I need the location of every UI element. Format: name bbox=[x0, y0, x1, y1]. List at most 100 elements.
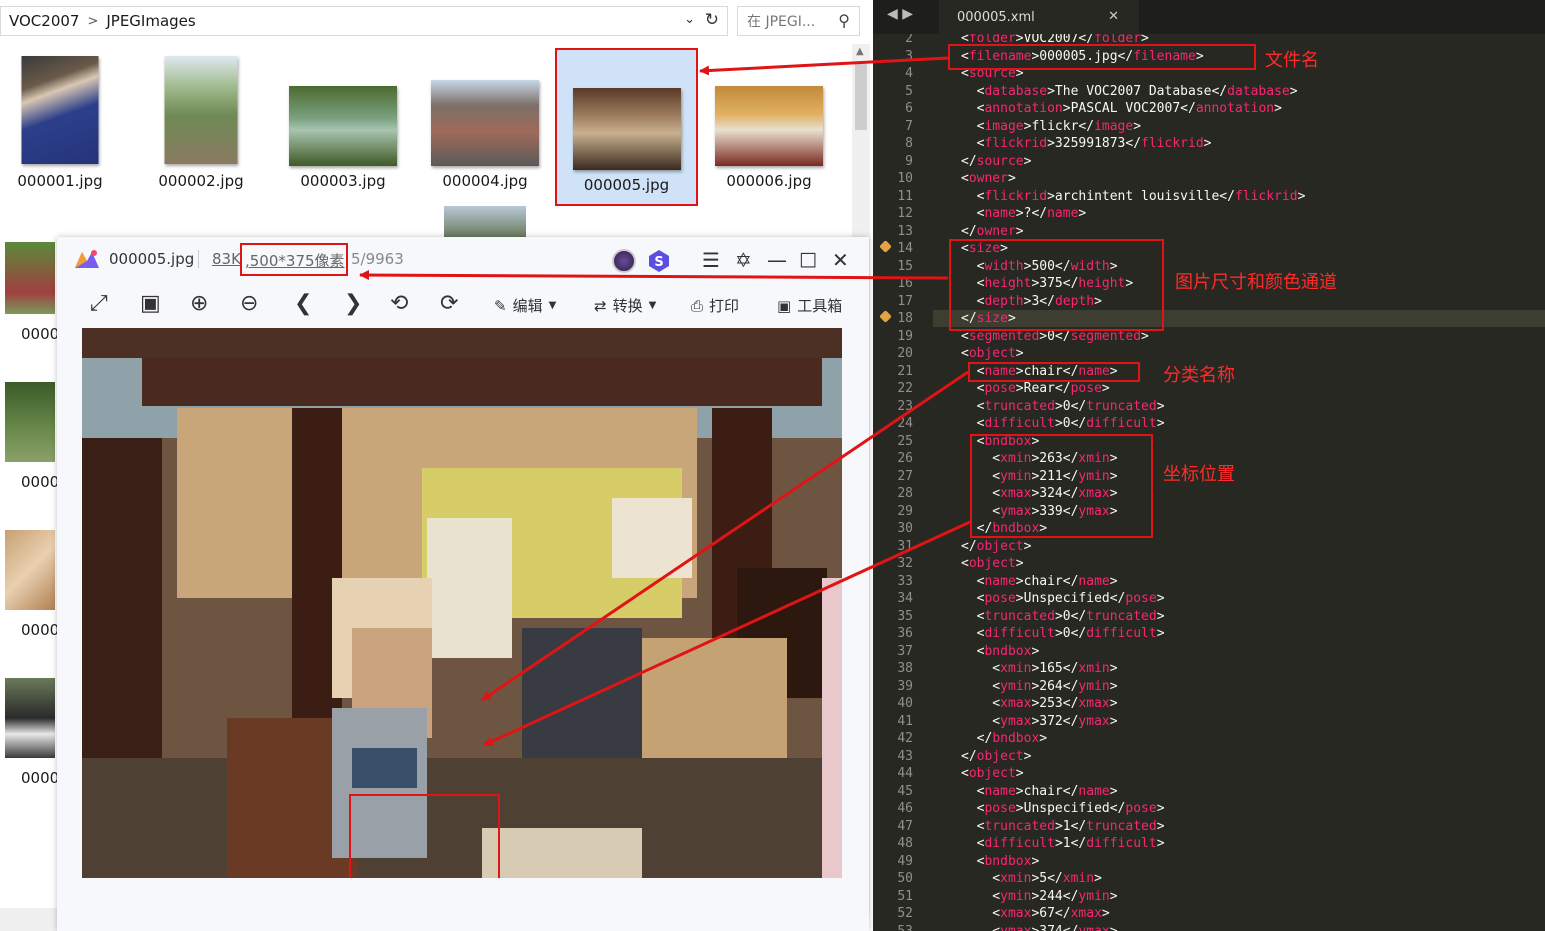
tab-nav-arrows-icon[interactable]: ◀ ▶ bbox=[887, 6, 913, 22]
scrollbar-thumb[interactable] bbox=[855, 64, 867, 130]
line-number: 18 bbox=[897, 311, 913, 326]
photo-000005 bbox=[82, 328, 842, 878]
code-line: <bndbox> bbox=[961, 643, 1040, 659]
bounding-box-chair bbox=[349, 794, 500, 878]
close-tab-icon[interactable]: ✕ bbox=[1108, 9, 1119, 24]
line-number: 30 bbox=[897, 521, 913, 536]
breadcrumb-voc2007[interactable]: VOC2007 bbox=[1, 12, 87, 30]
thumbnail-image bbox=[289, 86, 397, 166]
convert-icon: ⇄ bbox=[594, 296, 607, 315]
screenshot-composite: VOC2007 > JPEGImages ⌄ ↻ 在 JPEGI... ⚲ ▲ … bbox=[0, 0, 1545, 931]
convert-button[interactable]: ⇄ 转换 ▼ bbox=[594, 295, 656, 316]
rotate-right-icon[interactable]: ⟳ bbox=[440, 291, 458, 316]
file-name: 000005.jpg bbox=[583, 176, 670, 194]
file-item[interactable]: 000002.jpg bbox=[131, 44, 271, 196]
address-bar[interactable]: VOC2007 > JPEGImages ⌄ ↻ bbox=[0, 6, 728, 36]
code-line: <difficult>1</difficult> bbox=[961, 836, 1165, 851]
code-line: <pose>Unspecified</pose> bbox=[961, 591, 1165, 606]
line-number: 51 bbox=[897, 888, 913, 904]
print-label: 打印 bbox=[709, 297, 740, 315]
code-line: <ymin>264</ymin> bbox=[961, 678, 1118, 694]
thumbnail-image[interactable] bbox=[5, 678, 55, 758]
line-number: 46 bbox=[897, 801, 913, 816]
close-icon[interactable]: ✕ bbox=[832, 248, 849, 272]
line-number: 40 bbox=[897, 696, 913, 711]
print-button[interactable]: ⎙ 打印 bbox=[691, 295, 739, 316]
file-item-selected[interactable]: 000005.jpg bbox=[555, 48, 698, 206]
code-line: <bndbox> bbox=[961, 853, 1040, 869]
fullscreen-icon[interactable]: ▣ bbox=[140, 291, 161, 316]
code-line: <annotation>PASCAL VOC2007</annotation> bbox=[961, 101, 1282, 116]
code-line: <xmin>5</xmin> bbox=[961, 871, 1102, 886]
line-number: 45 bbox=[897, 783, 913, 799]
file-name: 0000 bbox=[21, 325, 60, 343]
line-number: 27 bbox=[897, 468, 913, 484]
maximize-icon[interactable]: □ bbox=[799, 248, 817, 270]
code-line: <ymax>372</ymax> bbox=[961, 713, 1118, 729]
file-name: 0000 bbox=[21, 473, 60, 491]
scroll-up-icon[interactable]: ▲ bbox=[856, 46, 864, 57]
annotation-size: 图片尺寸和颜色通道 bbox=[1175, 272, 1337, 293]
line-number: 49 bbox=[897, 853, 913, 869]
menu-icon[interactable]: ☰ bbox=[702, 248, 720, 272]
chevron-down-icon[interactable]: ⌄ bbox=[684, 12, 695, 27]
edit-button[interactable]: ✎ 编辑 ▼ bbox=[494, 295, 556, 316]
code-line: <name>chair</name> bbox=[961, 783, 1118, 799]
vip-badge-icon[interactable]: S bbox=[647, 249, 671, 273]
breadcrumb-separator-icon: > bbox=[87, 13, 99, 29]
zoom-in-icon[interactable]: ⊕ bbox=[190, 291, 208, 316]
svg-text:S: S bbox=[654, 255, 663, 270]
code-line: <truncated>1</truncated> bbox=[961, 818, 1165, 834]
line-number: 13 bbox=[897, 223, 913, 239]
viewer-filesize[interactable]: 83K bbox=[212, 250, 241, 268]
code-line: <name>?</name> bbox=[961, 206, 1087, 221]
file-item[interactable]: 000004.jpg bbox=[415, 44, 555, 196]
next-icon[interactable]: ❯ bbox=[344, 291, 362, 316]
edit-label: 编辑 bbox=[512, 297, 543, 315]
search-input[interactable]: 在 JPEGI... ⚲ bbox=[737, 6, 860, 36]
code-line: <ymax>374</ymax> bbox=[961, 923, 1118, 931]
previous-icon[interactable]: ❮ bbox=[294, 291, 312, 316]
refresh-icon[interactable]: ↻ bbox=[705, 10, 719, 30]
code-line: <pose>Rear</pose> bbox=[961, 381, 1110, 396]
thumbnail-image[interactable] bbox=[5, 382, 55, 462]
file-name: 0000 bbox=[21, 621, 60, 639]
file-item[interactable]: 000003.jpg bbox=[273, 44, 413, 196]
toolbox-icon: ▣ bbox=[777, 296, 792, 315]
line-number: 5 bbox=[905, 83, 913, 99]
line-number: 12 bbox=[897, 206, 913, 221]
line-number: 6 bbox=[905, 101, 913, 116]
code-line: <xmax>67</xmax> bbox=[961, 906, 1110, 921]
file-item[interactable]: 000001.jpg bbox=[0, 44, 130, 196]
file-item[interactable]: 000006.jpg bbox=[699, 44, 839, 196]
file-name: 0000 bbox=[21, 769, 60, 787]
breadcrumb-jpegimages[interactable]: JPEGImages bbox=[98, 12, 203, 30]
thumbnail-image[interactable] bbox=[444, 206, 526, 237]
pin-icon[interactable]: ✡ bbox=[735, 248, 752, 272]
thumbnail-image[interactable] bbox=[5, 530, 55, 610]
zoom-out-icon[interactable]: ⊖ bbox=[240, 291, 258, 316]
line-number: 41 bbox=[897, 713, 913, 729]
code-line: <database>The VOC2007 Database</database… bbox=[961, 83, 1298, 99]
printer-icon: ⎙ bbox=[691, 296, 704, 315]
thumbnail-image[interactable] bbox=[5, 242, 55, 314]
file-name: 000004.jpg bbox=[442, 172, 528, 190]
fit-screen-icon[interactable]: ⤢ bbox=[90, 291, 108, 316]
line-number: 52 bbox=[897, 906, 913, 921]
highlight-size bbox=[949, 239, 1164, 331]
edit-icon: ✎ bbox=[494, 296, 507, 315]
code-line: <flickrid>archintent louisville</flickri… bbox=[961, 188, 1306, 204]
line-number: 8 bbox=[905, 136, 913, 151]
line-number: 33 bbox=[897, 573, 913, 589]
code-line: </object> bbox=[961, 748, 1032, 764]
viewer-title-bar: 000005.jpg 83K ,500*375像素 5/9963 S ☰ ✡ —… bbox=[57, 237, 869, 283]
minimize-icon[interactable]: — bbox=[767, 248, 787, 272]
thumbnail-image bbox=[21, 56, 99, 164]
caret-down-icon: ▼ bbox=[548, 300, 557, 311]
search-icon[interactable]: ⚲ bbox=[838, 11, 850, 30]
avatar-icon[interactable] bbox=[612, 249, 636, 273]
toolbox-button[interactable]: ▣ 工具箱 bbox=[777, 295, 842, 316]
tab-000005-xml[interactable]: 000005.xml ✕ bbox=[939, 0, 1139, 34]
rotate-left-icon[interactable]: ⟲ bbox=[390, 291, 408, 316]
line-number: 25 bbox=[897, 433, 913, 449]
